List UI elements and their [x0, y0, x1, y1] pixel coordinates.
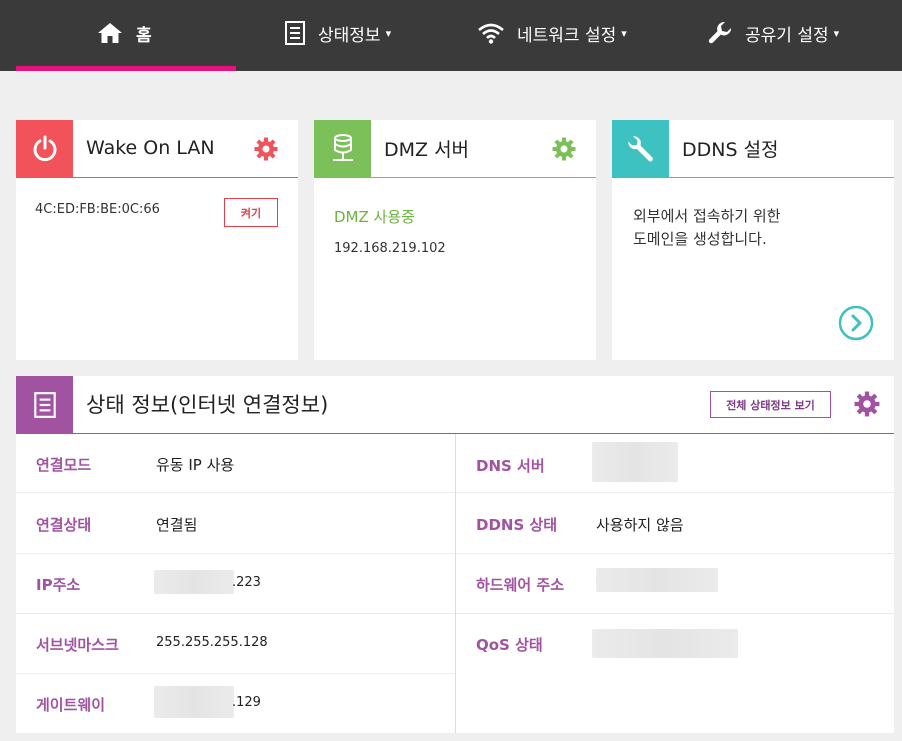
- connection-state-label: 연결상태: [36, 516, 92, 534]
- connection-mode-label: 연결모드: [36, 456, 92, 474]
- redacted-ip-prefix: [154, 570, 234, 594]
- dmz-card-header: DMZ 서버: [314, 120, 596, 178]
- wol-settings-gear-icon[interactable]: [254, 137, 278, 161]
- server-icon: [314, 120, 371, 178]
- wol-mac-address: 4C:ED:FB:BE:0C:66: [35, 202, 160, 217]
- ddns-go-arrow-icon[interactable]: [838, 305, 874, 341]
- redacted-hardware-address: [596, 568, 718, 592]
- power-icon: [16, 120, 73, 178]
- document-icon: [284, 20, 306, 46]
- ip-address-value: .223: [232, 575, 261, 590]
- dmz-ip-address: 192.168.219.102: [334, 241, 446, 256]
- wol-card-header: Wake On LAN: [16, 120, 298, 178]
- redacted-gateway-prefix: [154, 686, 234, 718]
- nav-router[interactable]: 공유기 설정 ▾: [707, 0, 839, 66]
- dns-server-label: DNS 서버: [476, 457, 545, 475]
- wol-power-on-button[interactable]: 켜기: [224, 198, 278, 227]
- wrench-icon: [612, 120, 669, 178]
- qos-state-label: QoS 상태: [476, 636, 543, 654]
- row-divider: [16, 553, 455, 554]
- subnet-mask-value: 255.255.255.128: [156, 635, 268, 650]
- ddns-description-line1: 외부에서 접속하기 위한: [633, 207, 781, 225]
- gateway-value: .129: [232, 695, 261, 710]
- hardware-address-label: 하드웨어 주소: [476, 576, 565, 594]
- ddns-title: DDNS 설정: [682, 138, 779, 161]
- status-title: 상태 정보(인터넷 연결정보): [86, 393, 329, 417]
- top-nav: 홈 상태정보 ▾ 네트워크 설정 ▾ 공유기 설정 ▾: [0, 0, 902, 71]
- nav-status-label: 상태정보: [318, 25, 381, 46]
- nav-home[interactable]: 홈: [96, 0, 152, 66]
- row-divider: [456, 553, 894, 554]
- nav-router-label: 공유기 설정: [745, 25, 829, 46]
- row-divider: [456, 613, 894, 614]
- nav-active-indicator: [16, 66, 236, 71]
- wifi-icon: [477, 22, 505, 44]
- gateway-label: 게이트웨이: [36, 696, 106, 714]
- connection-state-value: 연결됨: [156, 516, 198, 534]
- ddns-description: 외부에서 접속하기 위한 도메인을 생성합니다.: [633, 205, 873, 251]
- status-panel-header: 상태 정보(인터넷 연결정보) 전체 상태정보 보기: [16, 376, 894, 434]
- ddns-header-underline: [669, 176, 894, 178]
- redacted-qos-state: [592, 629, 738, 658]
- ddns-card-header: DDNS 설정: [612, 120, 894, 178]
- dmz-title: DMZ 서버: [384, 138, 470, 161]
- wol-header-underline: [73, 176, 298, 178]
- chevron-down-icon: ▾: [385, 26, 392, 40]
- ddns-card: DDNS 설정 외부에서 접속하기 위한 도메인을 생성합니다.: [612, 120, 894, 360]
- row-divider: [16, 492, 455, 493]
- column-divider: [455, 434, 456, 733]
- status-panel: 상태 정보(인터넷 연결정보) 전체 상태정보 보기 연결모드 유동 IP 사용…: [16, 376, 894, 733]
- ddns-state-label: DDNS 상태: [476, 516, 558, 534]
- row-divider: [456, 492, 894, 493]
- ddns-description-line2: 도메인을 생성합니다.: [633, 230, 767, 248]
- chevron-down-icon: ▾: [621, 26, 627, 40]
- document-icon: [16, 376, 73, 434]
- nav-network[interactable]: 네트워크 설정 ▾: [477, 0, 627, 66]
- connection-mode-value: 유동 IP 사용: [156, 456, 235, 474]
- view-all-status-button[interactable]: 전체 상태정보 보기: [710, 391, 831, 418]
- row-divider: [16, 673, 455, 674]
- redacted-dns-server: [592, 442, 678, 482]
- subnet-mask-label: 서브넷마스크: [36, 636, 119, 654]
- dmz-status: DMZ 사용중: [334, 208, 415, 226]
- row-divider: [16, 613, 455, 614]
- wol-title: Wake On LAN: [86, 137, 215, 159]
- status-settings-gear-icon[interactable]: [854, 391, 880, 417]
- dmz-header-underline: [371, 176, 596, 178]
- wol-card: Wake On LAN 4C:ED:FB:BE:0C:66 켜기: [16, 120, 298, 360]
- nav-status[interactable]: 상태정보 ▾: [284, 0, 391, 66]
- home-icon: [96, 21, 124, 45]
- chevron-down-icon: ▾: [833, 26, 840, 40]
- ddns-state-value: 사용하지 않음: [596, 516, 684, 534]
- dmz-settings-gear-icon[interactable]: [552, 137, 576, 161]
- dmz-card: DMZ 서버 DMZ 사용중 192.168.219.102: [314, 120, 596, 360]
- wrench-icon: [707, 20, 733, 46]
- nav-network-label: 네트워크 설정: [517, 25, 617, 46]
- ip-address-label: IP주소: [36, 576, 81, 594]
- nav-home-label: 홈: [136, 25, 152, 46]
